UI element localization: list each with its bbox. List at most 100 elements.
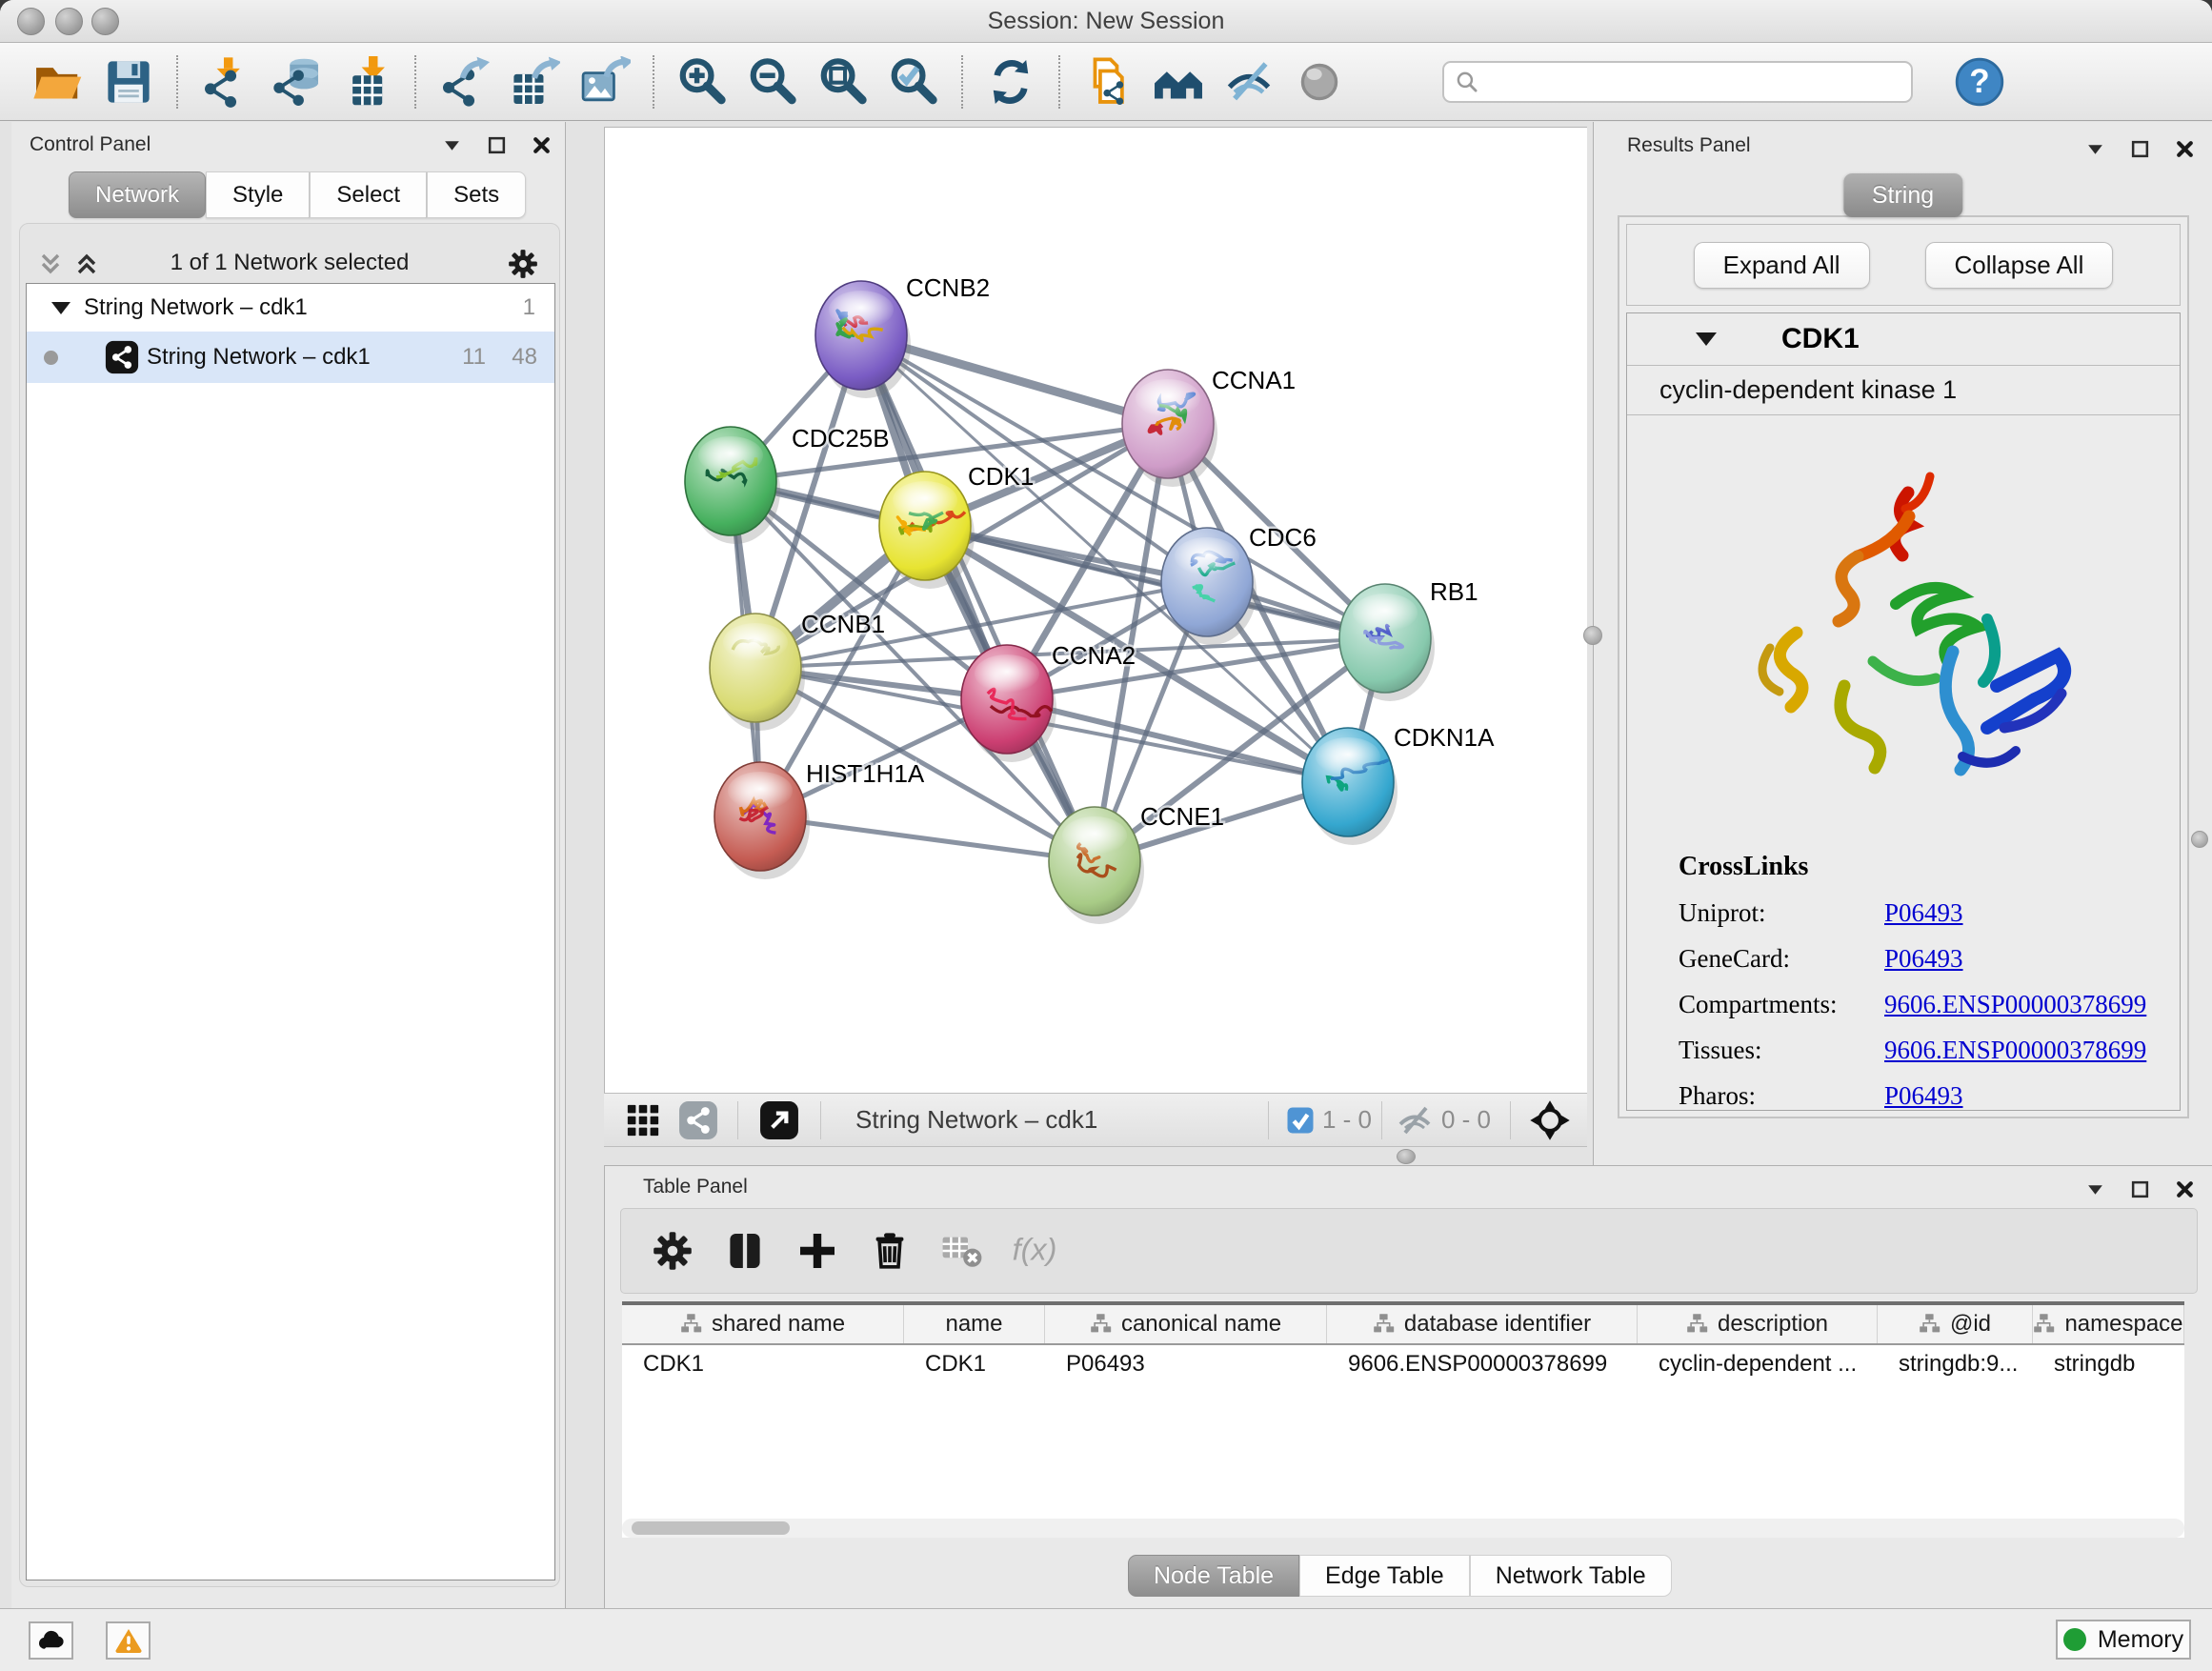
export-image-button[interactable] [577,54,633,110]
refresh-button[interactable] [983,54,1038,110]
network-options-gear-icon[interactable] [506,247,540,281]
import-database-button[interactable] [269,54,324,110]
network-tree: String Network – cdk1 1 String Network –… [26,283,555,1580]
warning-status-button[interactable] [106,1621,151,1660]
column-tree-icon [1373,1313,1396,1336]
node-label-CDKN1A: CDKN1A [1394,723,1495,752]
gear-button[interactable] [648,1226,697,1276]
home-button[interactable] [1151,54,1206,110]
open-folder-button[interactable] [30,54,86,110]
float-panel-icon[interactable] [487,135,507,155]
column-header-shared-name[interactable]: shared name [622,1305,904,1343]
network-badge-icon[interactable] [678,1100,718,1140]
crosslink-link[interactable]: P06493 [1884,944,1963,974]
cell: CDK1 [622,1345,904,1383]
tab-sets[interactable]: Sets [427,171,526,218]
column-header-namespace[interactable]: namespace [2033,1305,2184,1343]
add-button[interactable] [793,1226,842,1276]
gene-section-header[interactable]: CDK1 [1627,313,2180,365]
column-header--id[interactable]: @id [1878,1305,2033,1343]
import-table-button[interactable] [339,54,394,110]
float-panel-icon[interactable] [2130,1179,2150,1199]
cloud-status-button[interactable] [29,1621,73,1660]
tab-network[interactable]: Network [69,171,206,218]
network-collection-row[interactable]: String Network – cdk1 1 [27,284,554,332]
edge-HIST1H1A-CCNE1[interactable] [760,816,1095,861]
save-button[interactable] [101,54,156,110]
node-CCNE1[interactable] [1049,807,1144,924]
hidden-eye-icon[interactable] [1396,1101,1434,1139]
tab-select[interactable]: Select [310,171,427,218]
zoom-in-button[interactable] [674,54,730,110]
node-CCNB2[interactable] [815,281,911,398]
collapse-panel-icon[interactable] [2085,1179,2105,1199]
trash-button[interactable] [865,1226,915,1276]
tab-string[interactable]: String [1843,173,1962,217]
collapse-all-button[interactable]: Collapse All [1925,242,2114,289]
collapse-panel-icon[interactable] [442,135,462,155]
bottom-splitter-handle[interactable] [1397,1149,1416,1164]
export-table-button[interactable] [507,54,562,110]
tab-node-table[interactable]: Node Table [1128,1555,1299,1597]
export-network-button[interactable] [436,54,492,110]
column-header-description[interactable]: description [1638,1305,1878,1343]
column-header-database-identifier[interactable]: database identifier [1327,1305,1638,1343]
tab-network-table[interactable]: Network Table [1470,1555,1672,1597]
node-CDK1[interactable] [879,472,975,589]
right-splitter-handle[interactable] [1583,626,1602,645]
crosslink-row: Tissues:9606.ENSP00000378699 [1679,1036,2180,1065]
tree-expander-icon[interactable] [51,302,70,314]
crosslink-link[interactable]: P06493 [1884,898,1963,928]
crosslink-label: Tissues: [1679,1036,1884,1065]
grid-view-icon[interactable] [625,1102,661,1138]
node-RB1[interactable] [1339,584,1435,701]
close-panel-icon[interactable] [2175,139,2195,159]
show-all-button[interactable] [1292,54,1347,110]
node-attribute-table[interactable]: shared namenamecanonical namedatabase id… [622,1301,2184,1538]
node-CCNA2[interactable] [961,645,1056,762]
node-HIST1H1A[interactable] [714,762,810,879]
memory-button[interactable]: Memory [2056,1620,2191,1660]
cell: 9606.ENSP00000378699 [1327,1345,1638,1383]
control-panel-tabs: NetworkStyleSelectSets [69,171,526,218]
edge-splitter-handle[interactable] [2191,831,2208,848]
fit-selected-crosshair-icon[interactable] [1528,1098,1572,1142]
network-row[interactable]: String Network – cdk1 11 48 [27,332,554,383]
search-input[interactable] [1488,68,1901,96]
help-button[interactable]: ? [1953,55,2006,109]
crosslink-link[interactable]: 9606.ENSP00000378699 [1884,1036,2146,1065]
section-expander-icon[interactable] [1696,332,1717,346]
crosslink-link[interactable]: 9606.ENSP00000378699 [1884,990,2146,1019]
cell: cyclin-dependent ... [1638,1345,1878,1383]
collapse-panel-icon[interactable] [2085,139,2105,159]
expand-all-button[interactable]: Expand All [1694,242,1870,289]
hide-selected-button[interactable] [1221,54,1277,110]
node-CCNA1[interactable] [1122,370,1217,487]
close-panel-icon[interactable] [2175,1179,2195,1199]
close-panel-icon[interactable] [532,135,552,155]
zoom-out-button[interactable] [745,54,800,110]
table-horizontal-scrollbar[interactable] [622,1519,2184,1538]
tab-style[interactable]: Style [206,171,310,218]
hide-selected-icon [1223,56,1275,108]
node-CDKN1A[interactable] [1302,728,1398,845]
table-row[interactable]: CDK1CDK1P064939606.ENSP00000378699cyclin… [622,1345,2184,1383]
search-box[interactable] [1442,61,1913,103]
birdseye-view-icon[interactable] [759,1100,799,1140]
zoom-fit-button[interactable] [815,54,871,110]
column-header-name[interactable]: name [904,1305,1045,1343]
column-header-canonical-name[interactable]: canonical name [1045,1305,1327,1343]
network-canvas[interactable]: CCNB2CCNA1CDC25BCDK1CDC6RB1CCNB1CCNA2CDK… [604,127,1587,1093]
float-panel-icon[interactable] [2130,139,2150,159]
tab-edge-table[interactable]: Edge Table [1299,1555,1470,1597]
open-folder-icon [32,56,84,108]
node-CDC6[interactable] [1161,528,1257,645]
import-network-button[interactable] [198,54,253,110]
scrollbar-thumb[interactable] [632,1521,790,1535]
crosslink-link[interactable]: P06493 [1884,1081,1963,1111]
zoom-selected-button[interactable] [886,54,941,110]
selected-checkbox-icon[interactable] [1286,1106,1315,1135]
node-CCNB1[interactable] [710,614,805,731]
clone-network-button[interactable] [1080,54,1136,110]
columns-button[interactable] [720,1226,770,1276]
